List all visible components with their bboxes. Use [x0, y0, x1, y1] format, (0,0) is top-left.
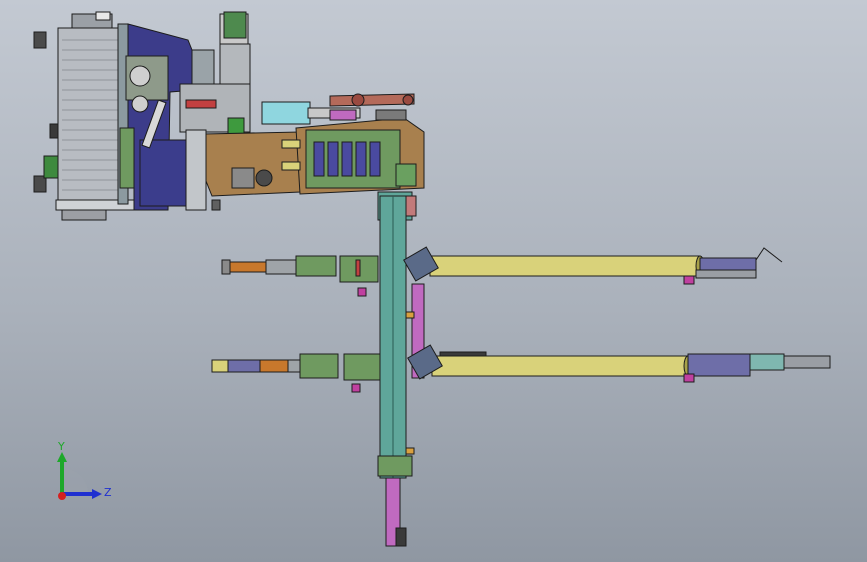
- lower-tip-yellow: [211, 359, 231, 373]
- bronze-port: [255, 169, 273, 187]
- mast-red-collar: [405, 195, 417, 217]
- lower-clamp: [299, 353, 339, 379]
- green-tube: [395, 163, 417, 187]
- yellow-fitting-1: [281, 139, 301, 149]
- upper-red-pin: [355, 259, 361, 277]
- side-bolt-2: [405, 447, 415, 455]
- z-axis-arrow: [92, 489, 102, 499]
- coordinate-triad: Y Z: [57, 440, 112, 500]
- lever-end: [402, 94, 414, 106]
- cad-graphics-area[interactable]: [0, 0, 867, 562]
- red-sensor: [185, 99, 217, 109]
- cyan-cylinder: [261, 101, 311, 125]
- lower-small-knob: [351, 383, 361, 393]
- lower-teal-ext: [749, 353, 785, 371]
- lever-pivot: [351, 93, 365, 107]
- pink-fitting: [329, 109, 357, 121]
- mast-foot: [395, 527, 407, 547]
- mount-pad-top: [33, 31, 47, 49]
- valve-bank: [313, 141, 381, 177]
- lower-magenta-knob: [683, 373, 695, 383]
- upper-tip-orange: [225, 261, 267, 273]
- base-foot: [61, 209, 107, 221]
- y-axis-label: Y: [57, 440, 65, 453]
- triad-backdrop: [62, 468, 88, 494]
- lower-gray-ext: [783, 355, 831, 369]
- green-valve: [227, 117, 245, 135]
- main-gun-assembly[interactable]: [33, 11, 425, 221]
- upper-small-knob: [357, 287, 367, 297]
- gray-cap: [375, 109, 407, 121]
- green-terminal: [43, 155, 59, 179]
- upper-electrode-arm[interactable]: [221, 246, 783, 297]
- upper-tip-body: [265, 259, 297, 275]
- navy-motor: [139, 139, 189, 207]
- y-axis-arrow: [57, 452, 67, 462]
- upper-gray-ext: [695, 269, 757, 279]
- lower-electrode-arm[interactable]: [211, 344, 831, 393]
- lower-tip-orange: [259, 359, 289, 373]
- actuator-top: [223, 11, 247, 39]
- side-bolt-1: [405, 311, 415, 319]
- lower-top-bar: [439, 351, 487, 357]
- top-cap: [95, 11, 111, 21]
- gear-2: [131, 95, 149, 113]
- front-plate: [185, 129, 207, 211]
- z-axis-label: Z: [104, 486, 112, 499]
- green-strip: [119, 127, 135, 189]
- transformer-housing: [57, 27, 125, 203]
- mast-green-bottom: [377, 455, 413, 477]
- knob: [211, 199, 221, 211]
- yellow-fitting-2: [281, 161, 301, 171]
- upper-hook: [755, 247, 783, 263]
- lower-yellow-tube: [431, 355, 689, 377]
- lower-slate-ext: [687, 353, 751, 377]
- lower-holder: [343, 353, 381, 381]
- triad-origin: [58, 492, 66, 500]
- bronze-window: [231, 167, 255, 189]
- clamp-lever: [329, 93, 415, 107]
- upper-tip-cap: [221, 259, 231, 275]
- gear-1: [129, 65, 151, 87]
- upper-clamp: [295, 255, 337, 277]
- upper-magenta-knob: [683, 275, 695, 285]
- upper-yellow-tube: [429, 255, 701, 277]
- side-valve: [191, 49, 215, 85]
- lower-tip-slate: [227, 359, 261, 373]
